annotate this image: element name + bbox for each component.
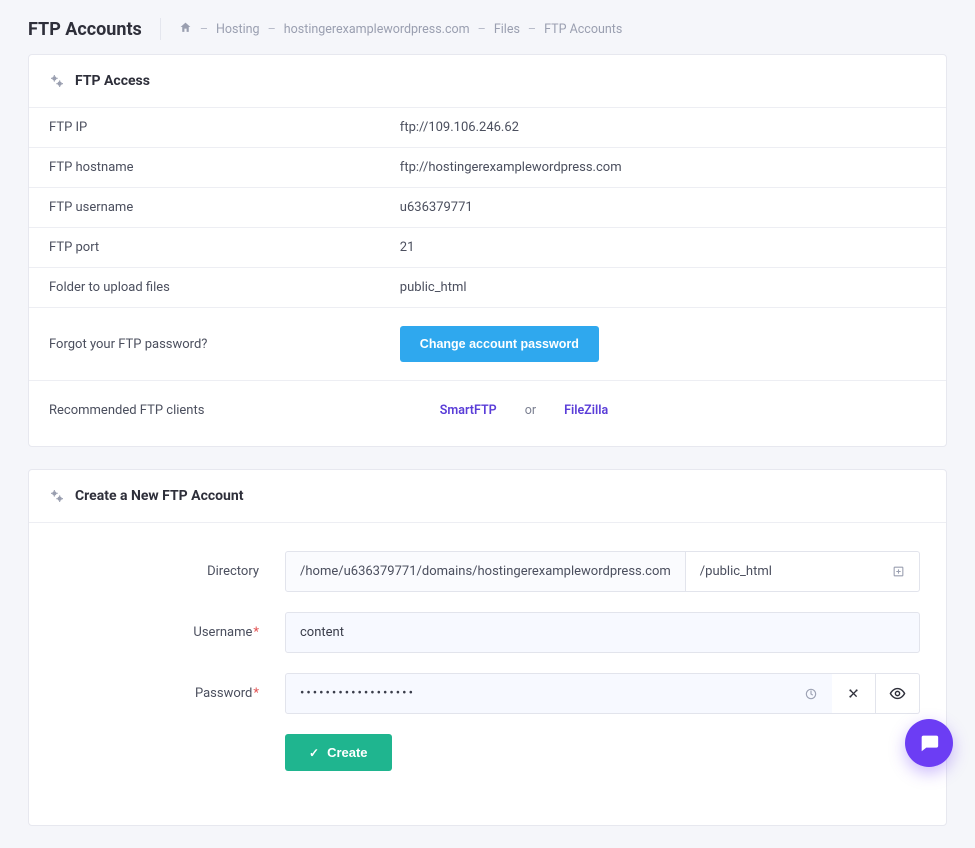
required-asterisk: * <box>253 686 259 701</box>
label-password: Password* <box>55 686 285 701</box>
header-bar: FTP Accounts – Hosting – hostingerexampl… <box>0 0 975 54</box>
directory-prefix: /home/u636379771/domains/hostingerexampl… <box>285 551 686 592</box>
breadcrumb-sep: – <box>200 22 208 37</box>
password-input[interactable] <box>285 673 791 714</box>
ftp-access-card: FTP Access FTP IP ftp://109.106.246.62 F… <box>28 54 947 447</box>
label-password-text: Password <box>195 686 252 701</box>
row-username: Username* <box>55 612 920 653</box>
breadcrumb-sep: – <box>528 22 536 37</box>
breadcrumb: – Hosting – hostingerexamplewordpress.co… <box>179 21 622 38</box>
card-title-create: Create a New FTP Account <box>75 488 243 504</box>
label-ftp-hostname: FTP hostname <box>49 160 400 175</box>
label-directory: Directory <box>55 564 285 579</box>
page-title: FTP Accounts <box>28 19 142 40</box>
change-password-button[interactable]: Change account password <box>400 326 599 362</box>
link-filezilla[interactable]: FileZilla <box>564 403 608 418</box>
required-asterisk: * <box>253 625 259 640</box>
create-form: Directory /home/u636379771/domains/hosti… <box>29 523 946 825</box>
gears-icon <box>49 73 65 89</box>
crumb-domain[interactable]: hostingerexamplewordpress.com <box>284 22 470 37</box>
row-ftp-hostname: FTP hostname ftp://hostingerexamplewordp… <box>29 148 946 188</box>
toggle-password-visibility-button[interactable] <box>876 673 920 714</box>
password-strength-icon <box>790 673 832 714</box>
or-text: or <box>525 403 536 418</box>
create-ftp-card: Create a New FTP Account Directory /home… <box>28 469 947 826</box>
crumb-files[interactable]: Files <box>494 22 520 37</box>
label-recommended: Recommended FTP clients <box>49 403 400 418</box>
card-header-access: FTP Access <box>29 55 946 108</box>
row-ftp-username: FTP username u636379771 <box>29 188 946 228</box>
home-icon[interactable] <box>179 21 192 38</box>
value-ftp-ip: ftp://109.106.246.62 <box>400 120 926 135</box>
gears-icon <box>49 488 65 504</box>
row-submit: ✓ Create <box>55 734 920 771</box>
crumb-hosting[interactable]: Hosting <box>216 22 260 37</box>
clients-group: SmartFTP or FileZilla <box>440 403 608 418</box>
row-ftp-ip: FTP IP ftp://109.106.246.62 <box>29 108 946 148</box>
username-input[interactable] <box>285 612 920 653</box>
breadcrumb-sep: – <box>478 22 486 37</box>
value-ftp-hostname: ftp://hostingerexamplewordpress.com <box>400 160 926 175</box>
card-header-create: Create a New FTP Account <box>29 470 946 523</box>
value-ftp-username: u636379771 <box>400 200 926 215</box>
crumb-ftp-accounts[interactable]: FTP Accounts <box>544 22 622 37</box>
label-username: Username* <box>55 625 285 640</box>
check-icon: ✓ <box>309 746 319 760</box>
label-ftp-username: FTP username <box>49 200 400 215</box>
row-recommended-clients: Recommended FTP clients SmartFTP or File… <box>29 381 946 446</box>
card-title-access: FTP Access <box>75 73 150 89</box>
label-username-text: Username <box>193 625 252 640</box>
directory-input-wrap[interactable]: /public_html <box>686 551 920 592</box>
chat-fab[interactable] <box>905 719 953 767</box>
value-upload-folder: public_html <box>400 280 926 295</box>
create-button-label: Create <box>327 745 367 760</box>
row-directory: Directory /home/u636379771/domains/hosti… <box>55 551 920 592</box>
folder-picker-icon[interactable] <box>892 565 905 578</box>
header-divider <box>160 18 161 40</box>
link-smartftp[interactable]: SmartFTP <box>440 403 497 418</box>
directory-value: /public_html <box>700 564 772 579</box>
create-button[interactable]: ✓ Create <box>285 734 392 771</box>
label-ftp-port: FTP port <box>49 240 400 255</box>
row-password: Password* <box>55 673 920 714</box>
label-directory-text: Directory <box>207 564 259 579</box>
label-upload-folder: Folder to upload files <box>49 280 400 295</box>
row-upload-folder: Folder to upload files public_html <box>29 268 946 308</box>
label-forgot-password: Forgot your FTP password? <box>49 337 400 352</box>
label-ftp-ip: FTP IP <box>49 120 400 135</box>
value-ftp-port: 21 <box>400 240 926 255</box>
generate-password-button[interactable] <box>832 673 876 714</box>
row-forgot-password: Forgot your FTP password? Change account… <box>29 308 946 381</box>
row-ftp-port: FTP port 21 <box>29 228 946 268</box>
breadcrumb-sep: – <box>268 22 276 37</box>
